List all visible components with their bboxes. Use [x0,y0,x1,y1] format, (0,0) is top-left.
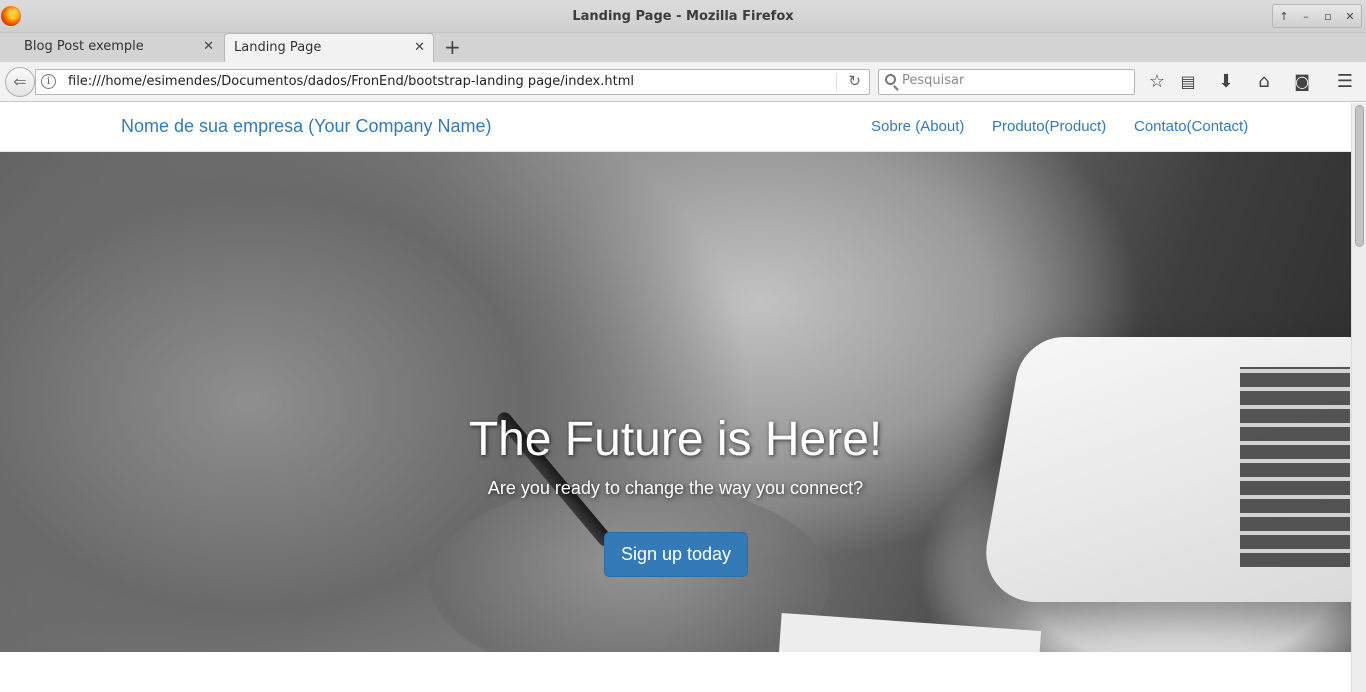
bookmark-star-icon[interactable]: ☆ [1145,70,1169,94]
url-bar[interactable]: i file:///home/esimendes/Documentos/dado… [35,69,870,95]
back-icon[interactable]: ⇐ [5,67,35,97]
minimize-icon[interactable]: – [1297,10,1315,23]
nav-link-product[interactable]: Produto(Product) [992,118,1106,135]
window-up-icon[interactable]: ↑ [1275,10,1293,23]
reload-icon[interactable]: ↻ [848,72,861,90]
window-controls: ↑ – ▫ ✕ [1272,4,1362,28]
url-text[interactable]: file:///home/esimendes/Documentos/dados/… [68,74,634,89]
hero-image-paper [778,612,1042,652]
search-input[interactable] [902,73,1122,88]
nav-link-about[interactable]: Sobre (About) [871,118,964,135]
site-brand[interactable]: Nome de sua empresa (Your Company Name) [121,116,492,137]
home-icon[interactable]: ⌂ [1252,70,1276,94]
menu-icon[interactable]: ☰ [1333,70,1357,94]
tab-landing-page[interactable]: Landing Page ✕ [224,33,434,62]
search-bar[interactable] [878,69,1135,95]
tab-label: Landing Page [234,40,322,55]
hero-subtitle: Are you ready to change the way you conn… [487,478,864,498]
window-titlebar: Landing Page - Mozilla Firefox ↑ – ▫ ✕ [0,0,1366,33]
tab-blog-post[interactable]: Blog Post exemple ✕ [0,33,222,62]
nav-link-contact[interactable]: Contato(Contact) [1134,118,1248,135]
close-tab-icon[interactable]: ✕ [414,34,425,62]
sign-up-button[interactable]: Sign up today [604,532,748,577]
hero-title: The Future is Here! [468,413,883,466]
downloads-icon[interactable]: ⬇ [1214,70,1238,94]
pocket-icon[interactable]: ◙ [1290,70,1314,94]
url-separator [836,73,837,91]
page-viewport: Nome de sua empresa (Your Company Name) … [0,103,1351,692]
new-tab-icon[interactable]: + [444,34,461,60]
bookmarks-list-icon[interactable]: ▤ [1176,70,1200,94]
navigation-toolbar: ⇐ i file:///home/esimendes/Documentos/da… [0,62,1366,102]
maximize-icon[interactable]: ▫ [1319,10,1337,23]
close-window-icon[interactable]: ✕ [1341,10,1359,23]
scrollbar-thumb[interactable] [1355,105,1364,247]
tab-strip: Blog Post exemple ✕ Landing Page ✕ + [0,33,1366,62]
tab-label: Blog Post exemple [24,39,144,54]
close-tab-icon[interactable]: ✕ [203,33,214,61]
hero-section: The Future is Here! Are you ready to cha… [0,152,1351,652]
hero-image-keyboard [1240,367,1350,567]
site-navbar: Nome de sua empresa (Your Company Name) … [0,103,1351,152]
site-info-icon[interactable]: i [41,74,56,89]
window-title: Landing Page - Mozilla Firefox [572,9,794,24]
search-icon [885,74,896,85]
page-scrollbar[interactable] [1351,103,1366,692]
